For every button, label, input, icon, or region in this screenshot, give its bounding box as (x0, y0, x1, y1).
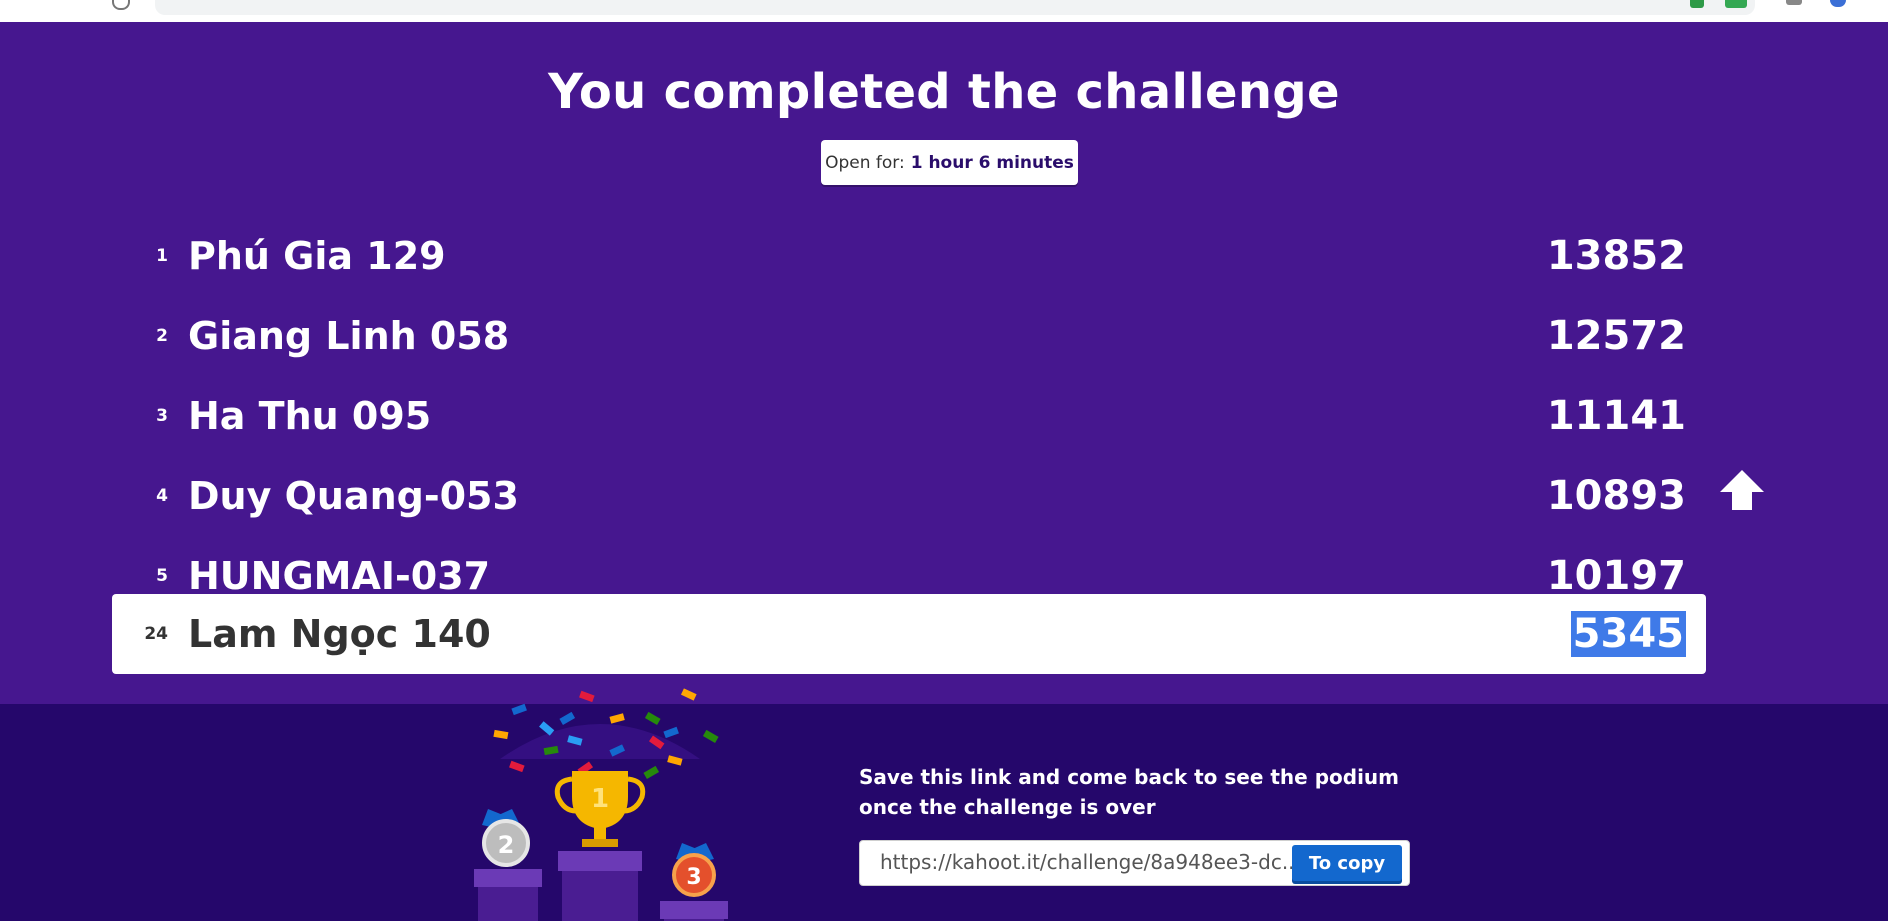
extensions-menu-icon[interactable] (1786, 0, 1802, 5)
open-for-value: 1 hour 6 minutes (910, 152, 1074, 173)
leaderboard-row: 1 Phú Gia 129 13852 (112, 217, 1706, 295)
player-name: Duy Quang-053 (188, 474, 519, 518)
player-score: 12572 (1546, 313, 1686, 359)
footer-panel: 1 2 3 Save this link and come back to se… (0, 688, 1888, 921)
save-link-line-1: Save this link and come back to see the … (859, 765, 1399, 789)
challenge-link-box: To copy (859, 840, 1410, 886)
save-link-message: Save this link and come back to see the … (859, 762, 1419, 822)
rank: 1 (156, 246, 168, 266)
player-score: 11141 (1546, 393, 1686, 439)
rank: 2 (156, 326, 168, 346)
selected-score-text[interactable]: 5345 (1570, 611, 1686, 657)
player-score: 13852 (1546, 233, 1686, 279)
leaderboard-row: 3 Ha Thu 095 11141 (112, 377, 1706, 455)
silver-medal-icon: 2 (482, 809, 530, 867)
rank: 4 (156, 486, 168, 506)
browser-toolbar (0, 0, 1888, 23)
rank: 3 (156, 406, 168, 426)
player-name: Ha Thu 095 (188, 394, 432, 438)
extension-icon[interactable] (1725, 0, 1747, 8)
current-player-row: 24 Lam Ngọc 140 5345 (112, 594, 1706, 674)
page-title: You completed the challenge (548, 64, 1340, 120)
bronze-medal-icon: 3 (672, 843, 716, 897)
address-bar[interactable] (155, 0, 1755, 15)
player-name: Giang Linh 058 (188, 314, 510, 358)
save-link-line-2: once the challenge is over (859, 795, 1156, 819)
up-arrow-icon[interactable] (1720, 470, 1764, 510)
copy-link-button[interactable]: To copy (1292, 845, 1402, 881)
podium-illustration: 1 2 3 (474, 688, 728, 921)
player-name: Phú Gia 129 (188, 234, 446, 278)
rank: 24 (144, 624, 168, 644)
results-panel: You completed the challenge Open for: 1 … (0, 22, 1888, 704)
trophy-icon: 1 (554, 771, 646, 847)
profile-avatar[interactable] (1830, 0, 1846, 7)
svg-text:1: 1 (591, 784, 609, 814)
open-duration-badge: Open for: 1 hour 6 minutes (821, 140, 1078, 185)
player-score[interactable]: 5345 (1570, 594, 1686, 674)
extension-icon[interactable] (1690, 0, 1704, 8)
challenge-link-input[interactable] (860, 841, 1298, 883)
svg-text:3: 3 (686, 865, 701, 890)
leaderboard-row: 4 Duy Quang-053 10893 (112, 457, 1706, 535)
leaderboard-row: 2 Giang Linh 058 12572 (112, 297, 1706, 375)
reload-icon[interactable] (112, 0, 130, 10)
svg-text:2: 2 (498, 831, 515, 859)
open-for-label: Open for: (825, 152, 905, 173)
player-score: 10893 (1546, 473, 1686, 519)
player-name: Lam Ngọc 140 (188, 612, 491, 656)
